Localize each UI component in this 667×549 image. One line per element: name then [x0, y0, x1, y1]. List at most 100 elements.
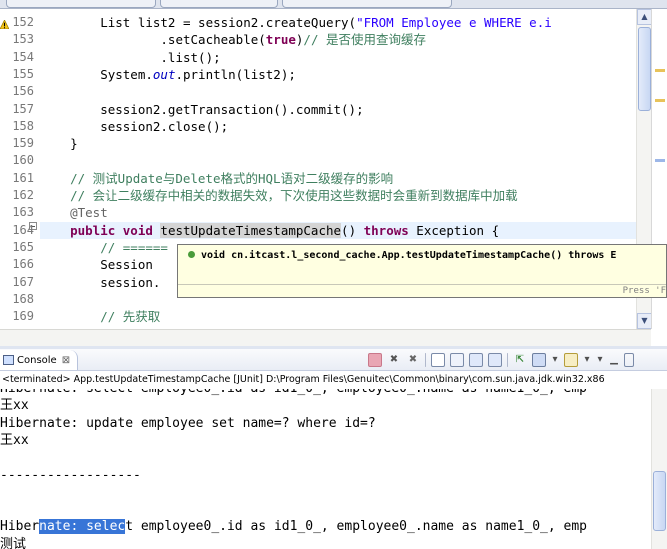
code-line[interactable]: // 测试Update与Delete格式的HQL语对二级缓存的影响 [40, 170, 636, 187]
warning-marker[interactable] [655, 69, 665, 72]
scroll-up-icon[interactable]: ▲ [637, 9, 652, 25]
code-line[interactable]: .list(); [40, 49, 636, 66]
toolbar-separator [507, 353, 508, 367]
warning-marker[interactable] [655, 99, 665, 102]
open-console-icon[interactable] [564, 353, 578, 367]
show-on-output-icon[interactable] [469, 353, 483, 367]
maximize-icon[interactable] [624, 353, 634, 367]
code-line[interactable]: System.out.println(list2); [40, 66, 636, 83]
occurrence-marker[interactable] [655, 159, 665, 162]
editor-horizontal-scrollbar[interactable] [0, 329, 651, 346]
code-token: .println(list2); [175, 66, 296, 82]
console-line[interactable]: Hibernate: select employee0_.id as id1_0… [0, 518, 587, 535]
code-line[interactable]: // 会让二级缓存中相关的数据失效，下次使用这些数据时会重新到数据库中加载 [40, 187, 636, 204]
code-line[interactable]: session2.getTransaction().commit(); [40, 101, 636, 118]
code-token: out [152, 66, 176, 82]
code-line[interactable]: List list2 = session2.createQuery("FROM … [40, 14, 636, 31]
editor-tab[interactable] [282, 0, 452, 8]
line-number: 163 [12, 205, 34, 220]
console-text: 王xx [0, 398, 29, 414]
console-text: Hibernate: update employee set name=? wh… [0, 415, 376, 431]
minimize-icon[interactable]: ▁ [609, 353, 619, 367]
code-token: "FROM Employee e WHERE e.i [356, 15, 552, 30]
scroll-down-icon[interactable]: ▼ [637, 313, 652, 329]
scroll-lock-icon[interactable] [450, 353, 464, 367]
line-number: 164 [12, 222, 34, 237]
editor-tab-strip[interactable] [0, 0, 667, 9]
console-view-header: Console ⊠ ✖ ✖ ⇱ ▾ ▾ ▾ ▁ [0, 349, 667, 371]
code-line[interactable]: // 先获取 [40, 308, 636, 325]
method-signature: void cn.itcast.l_second_cache.App.testUp… [188, 249, 616, 263]
code-token: () [341, 222, 364, 238]
code-token: Exception { [408, 222, 500, 238]
code-token: Session [40, 257, 161, 273]
pin-console-icon[interactable]: ⇱ [513, 353, 527, 367]
editor-tab[interactable] [160, 0, 278, 8]
console-text: Hibernate: select employee0_.id as id1_0… [0, 389, 587, 396]
code-token: // 测试Update与Delete格式的HQL语对二级缓存的影响 [40, 170, 394, 186]
console-process-label: <terminated> App.testUpdateTimestampCach… [2, 374, 605, 385]
code-token: testUpdateTimestampCache [160, 222, 342, 238]
code-line[interactable]: session2.close(); [40, 118, 636, 135]
console-vertical-scrollbar[interactable] [651, 389, 667, 549]
signature-text: void cn.itcast.l_second_cache.App.testUp… [201, 250, 617, 261]
line-number: 166 [12, 257, 34, 272]
console-line[interactable]: ------------------ [0, 467, 141, 484]
code-token: // 是否使用查询缓存 [303, 32, 426, 48]
console-line[interactable]: 王xx [0, 432, 29, 449]
line-number: 155 [12, 66, 34, 81]
code-token: .setCacheable( [40, 32, 266, 48]
display-console-icon[interactable] [532, 353, 546, 367]
console-text: 测试 [0, 536, 27, 549]
code-token: // 会让二级缓存中相关的数据失效，下次使用这些数据时会重新到数据库中加载 [40, 188, 518, 203]
console-text: Hiber [0, 519, 40, 535]
code-line[interactable] [40, 83, 636, 100]
line-number: 159 [12, 136, 34, 151]
code-token: List list2 = session2.createQuery( [40, 15, 357, 30]
code-line[interactable]: public void testUpdateTimestampCache() t… [40, 221, 636, 239]
public-method-icon [188, 251, 195, 258]
code-line[interactable]: .setCacheable(true)// 是否使用查询缓存 [40, 31, 636, 48]
code-token: .list(); [40, 49, 221, 65]
remove-launch-icon[interactable]: ✖ [387, 353, 401, 367]
line-number: 154 [12, 49, 34, 64]
console-text: t employee0_.id as id1_0_, employee0_.na… [125, 519, 588, 535]
editor-tab[interactable] [6, 0, 156, 8]
remove-all-terminated-icon[interactable]: ✖ [406, 353, 420, 367]
console-line[interactable]: 王xx [0, 397, 29, 414]
code-token: session. [40, 274, 161, 290]
scrollbar-thumb[interactable] [638, 27, 651, 111]
line-number: 161 [12, 170, 34, 185]
code-token: true [265, 32, 296, 48]
code-line[interactable]: @Test [40, 204, 636, 221]
view-menu-icon[interactable]: ▾ [596, 353, 604, 367]
console-line[interactable]: Hibernate: select employee0_.id as id1_0… [0, 389, 587, 397]
console-text: ------------------ [0, 467, 141, 483]
clear-console-icon[interactable] [431, 353, 445, 367]
scrollbar-thumb[interactable] [653, 471, 666, 531]
code-token: session2.getTransaction().commit(); [40, 101, 364, 117]
chevron-down-icon[interactable]: ▾ [551, 353, 559, 367]
selected-text: nate: selec [39, 519, 126, 535]
terminate-icon[interactable] [368, 353, 382, 367]
console-line[interactable]: Hibernate: update employee set name=? wh… [0, 415, 376, 432]
code-line[interactable] [40, 152, 636, 169]
code-token: session2.close(); [40, 118, 229, 134]
code-editor[interactable]: 152 153 154 155 156 157 158 159 160 161 162 163 164 1… [0, 0, 667, 346]
console-output[interactable]: Hibernate: select employee0_.id as id1_0… [0, 389, 651, 549]
close-icon[interactable]: ⊠ [62, 355, 70, 366]
focus-hint: Press 'F [622, 286, 666, 296]
code-line[interactable]: } [40, 135, 636, 152]
console-text: 王xx [0, 432, 29, 448]
show-on-error-icon[interactable] [488, 353, 502, 367]
console-line[interactable]: 测试 [0, 536, 26, 549]
chevron-down-icon[interactable]: ▾ [583, 353, 591, 367]
line-number: 168 [12, 291, 34, 306]
code-token: // 先获取 [40, 309, 161, 325]
line-number: 162 [12, 188, 34, 202]
console-toolbar: ✖ ✖ ⇱ ▾ ▾ ▾ ▁ [368, 351, 634, 369]
tab-console[interactable]: Console ⊠ [0, 350, 78, 370]
code-token: @Test [40, 205, 108, 221]
code-token: // ====== [40, 239, 168, 255]
line-number: 157 [12, 101, 34, 116]
